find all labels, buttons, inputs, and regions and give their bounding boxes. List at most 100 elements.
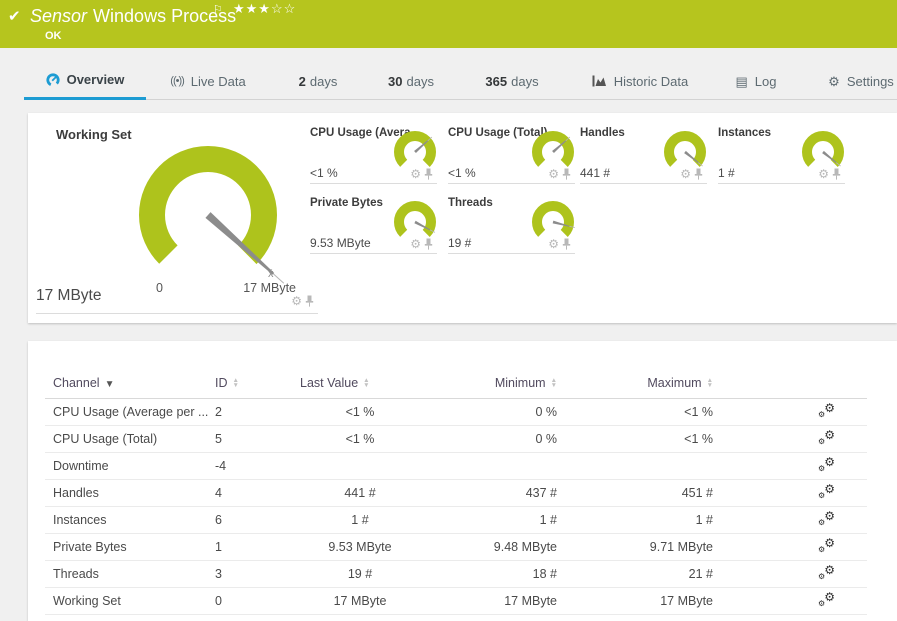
- gauge-cell-cpu-total: CPU Usage (Total) <1 % ⚙: [448, 125, 575, 184]
- gauge-actions: ⚙: [410, 238, 433, 250]
- table-row: Downtime -4 ⚙ ⚙: [45, 452, 867, 480]
- gear-icon[interactable]: ⚙: [410, 168, 421, 180]
- cell-divider: [448, 183, 575, 184]
- channel-maximum: 9.71 MByte: [557, 533, 713, 561]
- col-header-minimum[interactable]: Minimum ▲ ▼: [420, 368, 557, 399]
- gauge-icon: [45, 72, 60, 87]
- pin-icon[interactable]: [424, 238, 433, 250]
- channel-id: 5: [215, 425, 300, 453]
- channel-settings-icon[interactable]: ⚙ ⚙: [818, 428, 835, 446]
- channel-maximum: 17 MByte: [557, 587, 713, 615]
- channel-maximum: <1 %: [557, 425, 713, 453]
- channel-settings-icon[interactable]: ⚙ ⚙: [818, 482, 835, 500]
- tab-bar: Overview ((•)) Live Data 2 days 30 days …: [0, 62, 897, 100]
- channel-settings-icon[interactable]: ⚙ ⚙: [818, 509, 835, 527]
- ok-check-icon: ✔: [8, 8, 21, 25]
- gear-icon[interactable]: ⚙: [548, 168, 559, 180]
- col-header-settings: [713, 368, 867, 399]
- table-row: Instances 6 1 # 1 # 1 # ⚙ ⚙: [45, 506, 867, 534]
- channel-last-value: [300, 452, 420, 480]
- sort-icon: ▲ ▼: [232, 377, 239, 390]
- channel-settings-icon[interactable]: ⚙ ⚙: [818, 563, 835, 581]
- channel-id: 6: [215, 506, 300, 534]
- pin-icon[interactable]: [562, 238, 571, 250]
- channel-name[interactable]: Threads: [45, 560, 215, 588]
- table-row: Private Bytes 1 9.53 MByte 9.48 MByte 9.…: [45, 533, 867, 561]
- channels-panel: Channel ▼ ID ▲ ▼ Last Value ▲ ▼ Minimum ▲ ▼ Max…: [28, 341, 897, 621]
- tab-label: days: [309, 73, 338, 89]
- tab-label: Historic Data: [613, 73, 689, 89]
- channel-maximum: [557, 452, 713, 480]
- channel-last-value: 441 #: [300, 479, 420, 507]
- channel-name[interactable]: Instances: [45, 506, 215, 534]
- channel-id: -4: [215, 452, 300, 480]
- channel-last-value: 1 #: [300, 506, 420, 534]
- priority-stars[interactable]: ★★★☆☆: [233, 1, 296, 17]
- tab-label: Settings: [846, 73, 894, 89]
- tab-2-days[interactable]: 2 days: [268, 62, 368, 100]
- sort-icon: ▲ ▼: [550, 377, 557, 390]
- gauge-cell-private-bytes: Private Bytes 9.53 MByte ⚙: [310, 195, 437, 254]
- tab-historic-data[interactable]: Historic Data: [580, 62, 700, 100]
- channel-minimum: 0 %: [420, 398, 557, 426]
- tab-label: Log: [754, 73, 777, 89]
- gear-icon[interactable]: ⚙: [548, 238, 559, 250]
- primary-gauge-cell: Working Set x̄ 0 17 MByte 17 MByte ⚙: [28, 113, 328, 323]
- sensor-kind-label: Sensor: [30, 6, 88, 26]
- channel-maximum: 451 #: [557, 479, 713, 507]
- channel-name[interactable]: Handles: [45, 479, 215, 507]
- tab-log[interactable]: ▤ Log: [706, 62, 806, 100]
- channel-minimum: 1 #: [420, 506, 557, 534]
- tab-settings[interactable]: ⚙ Settings: [811, 62, 897, 100]
- pin-icon[interactable]: [424, 168, 433, 180]
- channels-table: Channel ▼ ID ▲ ▼ Last Value ▲ ▼ Minimum ▲ ▼ Max…: [45, 368, 867, 615]
- gauge-actions: ⚙: [548, 168, 571, 180]
- col-header-maximum[interactable]: Maximum ▲ ▼: [557, 368, 713, 399]
- gear-icon[interactable]: ⚙: [291, 295, 302, 307]
- col-header-id[interactable]: ID ▲ ▼: [215, 368, 300, 399]
- table-row: Working Set 0 17 MByte 17 MByte 17 MByte…: [45, 587, 867, 615]
- table-row: CPU Usage (Total) 5 <1 % 0 % <1 % ⚙ ⚙: [45, 425, 867, 453]
- pin-icon[interactable]: [562, 168, 571, 180]
- tab-label: Overview: [66, 72, 125, 87]
- channel-name[interactable]: CPU Usage (Total): [45, 425, 215, 453]
- channel-name[interactable]: Downtime: [45, 452, 215, 480]
- channel-last-value: <1 %: [300, 398, 420, 426]
- sensor-status-bar: ✔ Sensor Windows Process ⚐ ★★★☆☆ OK: [0, 0, 897, 48]
- gauge-actions: ⚙: [818, 168, 841, 180]
- channel-settings-icon[interactable]: ⚙ ⚙: [818, 401, 835, 419]
- tab-365-days[interactable]: 365 days: [462, 62, 562, 100]
- gauge-actions: ⚙: [291, 295, 314, 307]
- channel-last-value: 17 MByte: [300, 587, 420, 615]
- channel-name[interactable]: CPU Usage (Average per ...: [45, 398, 215, 426]
- channel-maximum: 1 #: [557, 506, 713, 534]
- pin-icon[interactable]: [305, 295, 314, 307]
- pin-icon[interactable]: [832, 168, 841, 180]
- channel-settings-icon[interactable]: ⚙ ⚙: [818, 455, 835, 473]
- gear-icon[interactable]: ⚙: [680, 168, 691, 180]
- table-row: CPU Usage (Average per ... 2 <1 % 0 % <1…: [45, 398, 867, 426]
- col-header-channel[interactable]: Channel ▼: [45, 368, 215, 399]
- tab-overview[interactable]: Overview: [24, 62, 146, 100]
- channel-id: 1: [215, 533, 300, 561]
- channel-name[interactable]: Private Bytes: [45, 533, 215, 561]
- gear-icon[interactable]: ⚙: [818, 168, 829, 180]
- pin-icon[interactable]: [694, 168, 703, 180]
- tab-30-days[interactable]: 30 days: [361, 62, 461, 100]
- gauge-cell-instances: Instances 1 # ⚙: [718, 125, 845, 184]
- channel-name[interactable]: Working Set: [45, 587, 215, 615]
- tab-live-data[interactable]: ((•)) Live Data: [148, 62, 268, 100]
- average-marker: x̄: [268, 268, 274, 280]
- channel-minimum: 18 #: [420, 560, 557, 588]
- gauge-scale-min: 0: [156, 281, 163, 295]
- channel-last-value: 9.53 MByte: [300, 533, 420, 561]
- col-header-last-value[interactable]: Last Value ▲ ▼: [300, 368, 420, 399]
- gear-icon[interactable]: ⚙: [410, 238, 421, 250]
- gauges-panel: Working Set x̄ 0 17 MByte 17 MByte ⚙ CPU…: [28, 113, 897, 323]
- channel-id: 3: [215, 560, 300, 588]
- cell-divider: [718, 183, 845, 184]
- channel-settings-icon[interactable]: ⚙ ⚙: [818, 590, 835, 608]
- channel-settings-icon[interactable]: ⚙ ⚙: [818, 536, 835, 554]
- flag-icon[interactable]: ⚐: [213, 3, 223, 16]
- cell-divider: [310, 183, 437, 184]
